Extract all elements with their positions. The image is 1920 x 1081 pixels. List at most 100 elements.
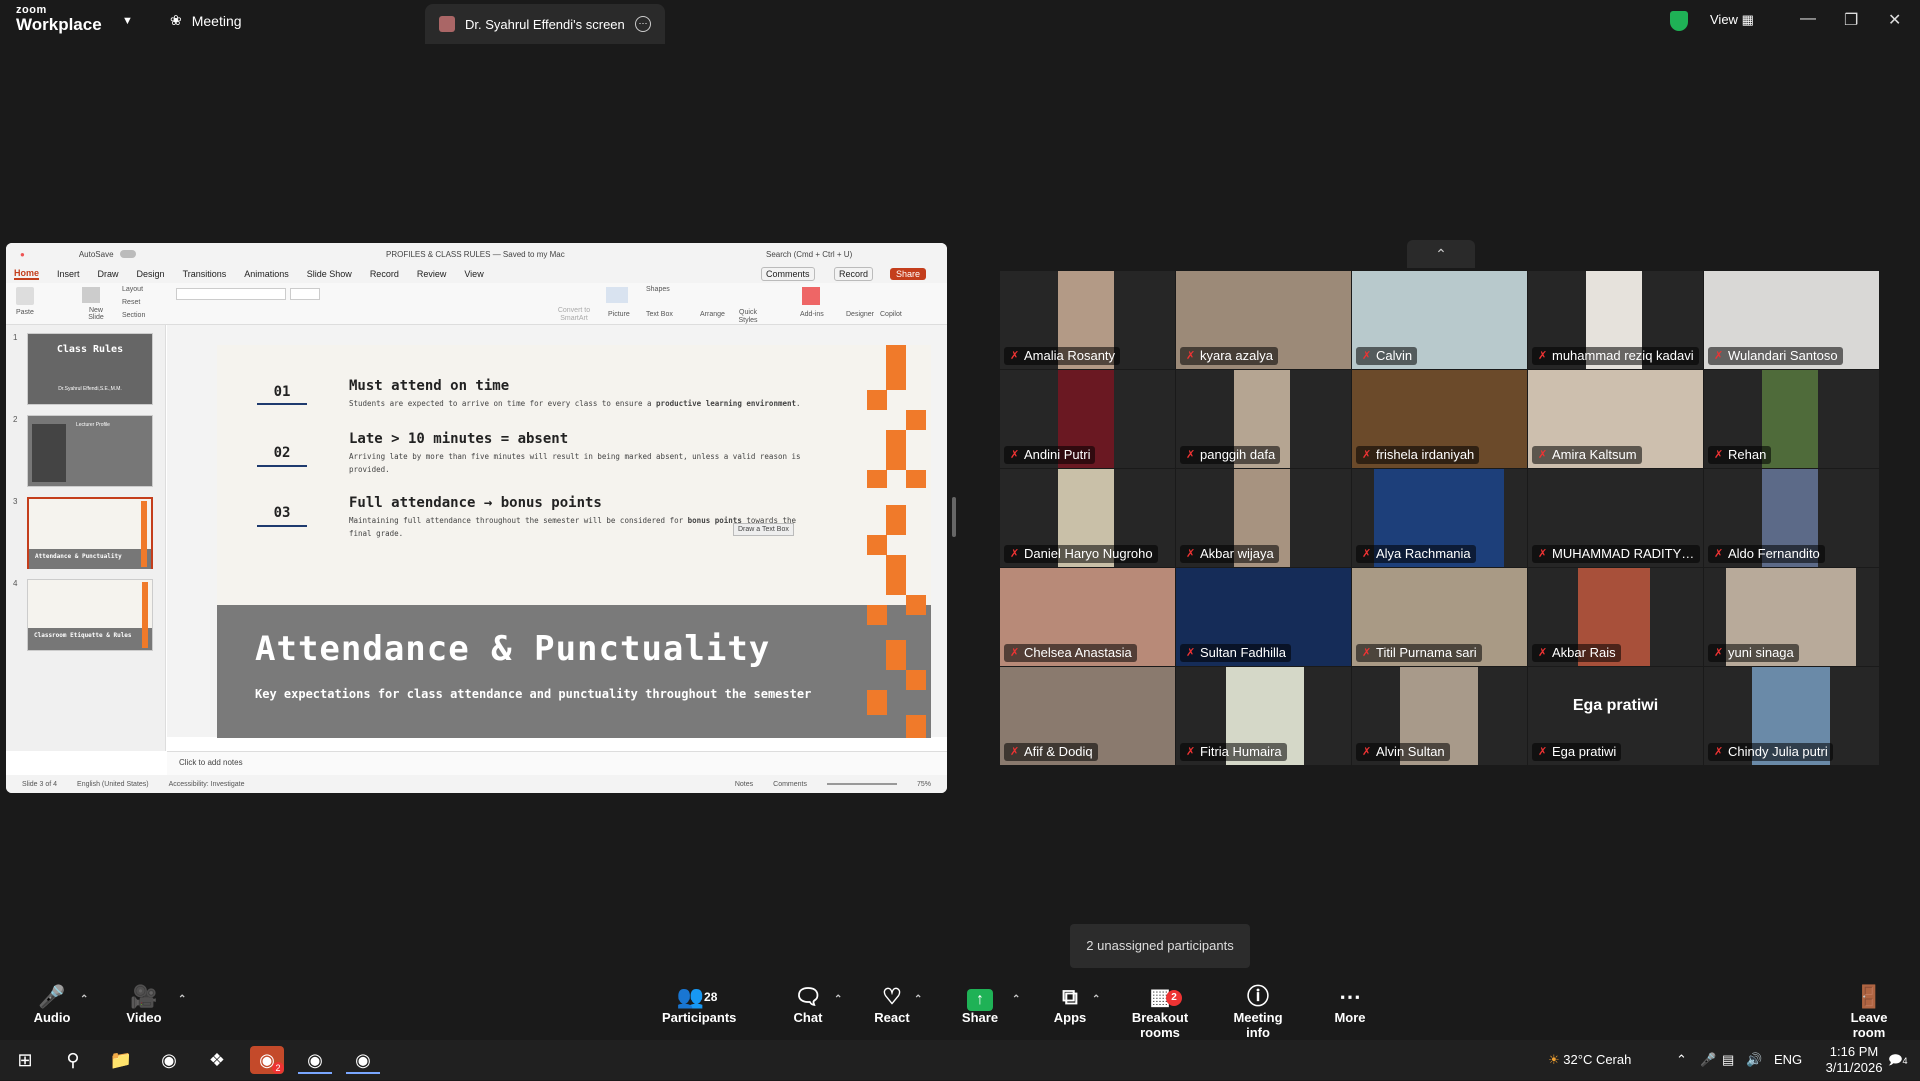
restore-icon[interactable]: ❐ [1844,10,1858,30]
participant-tile[interactable]: ✗ MUHAMMAD RADITYIA ... [1528,469,1703,567]
ppt-menu-animations[interactable]: Animations [244,269,289,279]
video-button[interactable]: 🎥 Video [120,980,168,1040]
audio-options-chevron[interactable]: ⌃ [78,980,92,1040]
comments-toggle[interactable]: Comments [773,781,807,788]
zoom-slider[interactable] [826,783,897,785]
slide-thumbnail-1[interactable]: Class Rules Dr.Syahrul Effendi,S.E.,M.M. [27,333,153,405]
ppt-menu-transitions[interactable]: Transitions [183,269,227,279]
meeting-info-button[interactable]: ⓘ Meeting info [1222,980,1294,1040]
reset-button[interactable]: Reset [122,299,140,306]
notes-toggle[interactable]: Notes [735,781,753,788]
windows-start-icon[interactable]: ⊞ [8,1046,42,1074]
designer-button[interactable]: Designer [846,311,874,318]
tab-meeting[interactable]: ❀ Meeting [170,12,242,29]
comments-button[interactable]: Comments [761,267,815,281]
participant-tile[interactable]: Ega pratiwi ✗ Ega pratiwi [1528,667,1703,765]
shapes-button[interactable]: Shapes [646,286,670,293]
record-button[interactable]: Record [834,267,874,281]
ppt-menu-view[interactable]: View [464,269,483,279]
view-button[interactable]: View ▦ [1710,12,1754,28]
new-slide-icon[interactable] [82,287,100,303]
app-icon[interactable]: ❖ [200,1046,234,1074]
participant-tile[interactable]: ✗ Daniel Haryo Nugroho [1000,469,1175,567]
paste-icon[interactable] [16,287,34,305]
share-options-chevron[interactable]: ⌃ [1010,980,1024,1040]
section-button[interactable]: Section [122,312,145,319]
participants-button[interactable]: 👥28 Participants [662,980,736,1040]
zoom-app-icon[interactable]: ◉ 2 [250,1046,284,1074]
ppt-menu-design[interactable]: Design [137,269,165,279]
split-resize-handle[interactable] [952,497,956,537]
participant-tile[interactable]: ✗ Sultan Fadhilla [1176,568,1351,666]
share-button[interactable]: Share [890,268,927,280]
autosave-toggle[interactable] [119,250,136,258]
unassigned-participants-toast[interactable]: 2 unassigned participants [1070,924,1250,968]
chrome-icon[interactable]: ◉ [152,1046,186,1074]
close-icon[interactable]: ✕ [1888,10,1901,30]
breakout-rooms-button[interactable]: ▦ 2 Breakout rooms [1114,980,1206,1040]
zoom-workplace-logo[interactable]: zoom Workplace [16,5,102,34]
participant-tile[interactable]: ✗ panggih dafa [1176,370,1351,468]
minimize-icon[interactable]: — [1800,10,1816,28]
participant-tile[interactable]: ✗ Titil Purnama sari [1352,568,1527,666]
microphone-icon[interactable]: 🎤 [1700,1040,1716,1080]
weather-widget[interactable]: ☀ 32°C Cerah [1548,1040,1631,1080]
react-options-chevron[interactable]: ⌃ [912,980,926,1040]
participant-tile[interactable]: ✗ Alvin Sultan [1352,667,1527,765]
apps-button[interactable]: ⧉ Apps [1050,980,1090,1040]
zoom-meeting-icon[interactable]: ◉ [346,1046,380,1074]
participant-tile[interactable]: ✗ yuni sinaga [1704,568,1879,666]
ppt-menu-home[interactable]: Home [14,268,40,280]
clock[interactable]: 1:16 PM 3/11/2026 [1818,1040,1890,1080]
arrange-button[interactable]: Arrange [700,311,725,318]
tab-shared-screen[interactable]: Dr. Syahrul Effendi's screen ⋯ [425,4,665,44]
participant-tile[interactable]: ✗ Alya Rachmania [1352,469,1527,567]
participant-tile[interactable]: ✗ Amalia Rosanty [1000,271,1175,369]
slide-thumbnail-2[interactable]: Lecturer Profile [27,415,153,487]
language-indicator[interactable]: English (United States) [77,781,149,788]
layout-button[interactable]: Layout [122,286,143,293]
accessibility-button[interactable]: Accessibility: Investigate [169,781,245,788]
search-icon[interactable]: ⚲ [56,1046,90,1074]
ppt-search-input[interactable]: Search (Cmd + Ctrl + U) [766,250,852,259]
chat-options-chevron[interactable]: ⌃ [832,980,846,1040]
shield-icon[interactable] [1670,11,1688,31]
slide-thumbnail-4[interactable]: Classroom Etiquette & Rules [27,579,153,651]
tray-chevron-up-icon[interactable]: ⌃ [1676,1040,1687,1080]
more-button[interactable]: ⋯ More [1330,980,1370,1040]
ppt-menu-record[interactable]: Record [370,269,399,279]
apps-options-chevron[interactable]: ⌃ [1090,980,1104,1040]
participant-tile[interactable]: ✗ kyara azalya [1176,271,1351,369]
participant-tile[interactable]: ✗ Fitria Humaira [1176,667,1351,765]
chrome-active-icon[interactable]: ◉ [298,1046,332,1074]
chevron-down-icon[interactable]: ▼ [122,15,133,27]
participant-tile[interactable]: ✗ Chindy Julia putri [1704,667,1879,765]
picture-icon[interactable] [606,287,628,303]
participant-tile[interactable]: ✗ Chelsea Anastasia [1000,568,1175,666]
file-explorer-icon[interactable]: 📁 [104,1046,138,1074]
ppt-menu-insert[interactable]: Insert [57,269,80,279]
share-screen-button[interactable]: ↑ Share [960,980,1000,1040]
copilot-button[interactable]: Copilot [880,311,902,318]
participant-tile[interactable]: ✗ frishela irdaniyah [1352,370,1527,468]
participant-tile[interactable]: ✗ Wulandari Santoso [1704,271,1879,369]
participant-tile[interactable]: ✗ Aldo Fernandito [1704,469,1879,567]
participant-tile[interactable]: ✗ Afif & Dodiq [1000,667,1175,765]
participant-tile[interactable]: ✗ Akbar wijaya [1176,469,1351,567]
ppt-menu-draw[interactable]: Draw [98,269,119,279]
collapse-gallery-chevron-up-icon[interactable]: ⌃ [1407,240,1475,268]
audio-button[interactable]: 🎤 Audio [30,980,74,1040]
zoom-level[interactable]: 75% [917,781,931,788]
notes-field[interactable]: Click to add notes [167,751,947,775]
network-icon[interactable]: ▤ [1722,1040,1734,1080]
participant-tile[interactable]: ✗ Rehan [1704,370,1879,468]
textbox-button[interactable]: Text Box [646,311,673,318]
font-family-select[interactable] [176,288,286,300]
current-slide[interactable]: 01 Must attend on time Students are expe… [217,345,931,738]
slide-thumbnail-3[interactable]: Attendance & Punctuality [27,497,153,569]
participant-tile[interactable]: ✗ Andini Putri [1000,370,1175,468]
more-options-icon[interactable]: ⋯ [635,16,651,32]
participant-tile[interactable]: ✗ Calvin [1352,271,1527,369]
font-size-select[interactable] [290,288,320,300]
addins-icon[interactable] [802,287,820,305]
